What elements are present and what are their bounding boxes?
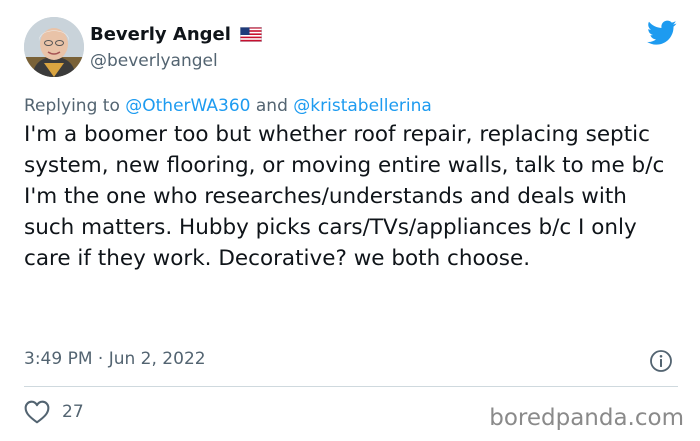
- avatar[interactable]: [24, 17, 84, 77]
- tweet-date: Jun 2, 2022: [108, 349, 206, 369]
- author-handle[interactable]: @beverlyangel: [90, 51, 218, 71]
- source-watermark: boredpanda.com: [489, 405, 684, 431]
- tweet-text: I'm a boomer too but whether roof repair…: [24, 122, 665, 271]
- divider: [24, 386, 678, 387]
- replying-to-line: Replying to @OtherWA360 and @kristabelle…: [24, 96, 432, 116]
- profile-photo: [24, 17, 84, 77]
- author-name-row: Beverly Angel: [90, 24, 262, 45]
- like-count: 27: [62, 402, 84, 422]
- display-name[interactable]: Beverly Angel: [90, 24, 231, 45]
- us-flag-icon: [239, 27, 262, 42]
- timestamp-separator: ·: [97, 349, 104, 369]
- tweet-time: 3:49 PM: [24, 349, 93, 369]
- replying-to-label: Replying to: [24, 96, 120, 116]
- replying-to-conjunction: and: [255, 96, 288, 116]
- info-circle-icon[interactable]: [649, 349, 673, 373]
- mention-link[interactable]: @OtherWA360: [125, 96, 250, 116]
- heart-outline-icon: [24, 400, 50, 424]
- mention-link[interactable]: @kristabellerina: [293, 96, 432, 116]
- tweet-timestamp[interactable]: 3:49 PM · Jun 2, 2022: [24, 349, 206, 369]
- like-button[interactable]: 27: [24, 400, 84, 424]
- twitter-bird-icon[interactable]: [647, 20, 677, 46]
